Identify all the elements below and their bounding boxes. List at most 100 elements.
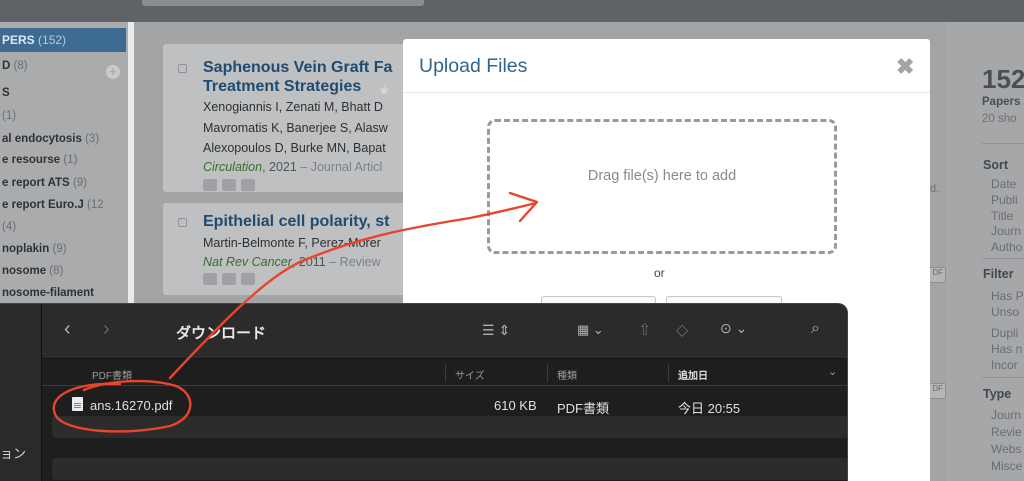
sidebar-item[interactable]: (1)	[2, 110, 16, 122]
filter-option[interactable]: Incor	[991, 358, 1018, 372]
sidebar-item-label: e report ATS	[2, 177, 70, 189]
paper-checkbox[interactable]	[178, 218, 187, 227]
close-icon[interactable]: ✖	[896, 54, 914, 80]
link-icon[interactable]	[241, 273, 255, 285]
column-kind[interactable]: 種類	[557, 367, 577, 382]
more-icon[interactable]: ⊙ ⌄	[720, 320, 747, 337]
sidebar-item[interactable]: nosome (8)	[2, 265, 63, 277]
sidebar-item[interactable]: noplakin (9)	[2, 243, 67, 255]
column-size[interactable]: サイズ	[455, 367, 485, 382]
filter-option[interactable]: Has P	[991, 289, 1024, 303]
sort-option[interactable]: Date	[991, 177, 1016, 191]
filter-header: Filter	[983, 267, 1014, 281]
link-icon[interactable]	[241, 179, 255, 191]
column-divider	[547, 364, 548, 382]
divider	[982, 377, 1024, 378]
column-divider	[445, 364, 446, 382]
journal-name: Circulation	[203, 160, 263, 174]
grid-view-icon[interactable]: ▦ ⌄	[577, 322, 604, 338]
paper-checkbox[interactable]	[178, 64, 187, 73]
dialog-header: Upload Files ✖	[403, 39, 930, 93]
sidebar-item[interactable]: (4)	[2, 221, 16, 233]
paper-title[interactable]: Saphenous Vein Graft Fa	[203, 59, 392, 77]
file-kind: PDF書類	[557, 401, 610, 416]
back-icon[interactable]: ‹	[64, 318, 71, 341]
file-date: 今日 20:55	[678, 401, 741, 416]
paper-year: , 2011	[291, 255, 326, 269]
file-row[interactable]: ans.16270.pdf 610 KB PDF書類 今日 20:55	[52, 394, 847, 416]
sort-option[interactable]: Autho	[991, 240, 1022, 254]
chevron-down-icon[interactable]: ⌄	[828, 365, 837, 378]
pdf-button[interactable]: DF	[928, 267, 946, 283]
notes-icon[interactable]	[203, 179, 217, 191]
sidebar-item-label: al endocytosis	[2, 133, 82, 145]
paper-authors: Mavromatis K, Banerjee S, Alasw	[203, 121, 388, 135]
sidebar-item-label: D	[2, 60, 11, 72]
sidebar-item-count: (3)	[85, 133, 100, 145]
column-date-added[interactable]: 追加日	[678, 367, 708, 382]
paper-count-subtitle: 20 sho	[982, 113, 1017, 125]
type-option[interactable]: Journ	[991, 408, 1021, 422]
sort-header: Sort	[983, 158, 1008, 172]
sort-option[interactable]: Title	[991, 209, 1013, 223]
tag-icon[interactable]: ◇	[676, 320, 688, 340]
sort-option[interactable]: Publi	[991, 193, 1018, 207]
sidebar-item-label[interactable]: ョン	[0, 443, 26, 462]
paper-authors: Martin-Belmonte F, Perez-Morer	[203, 236, 381, 250]
sidebar-item[interactable]: D (8)	[2, 60, 28, 72]
empty-row	[52, 416, 847, 438]
file-size: 610 KB	[494, 398, 537, 413]
top-search-input[interactable]	[142, 0, 424, 6]
share-icon[interactable]: ⇧	[638, 320, 651, 340]
paper-count: 152	[982, 64, 1024, 94]
finder-sidebar: ョン	[0, 304, 42, 481]
sidebar-item-count: (152)	[38, 33, 67, 47]
sidebar-item-all-papers[interactable]: PERS (152)	[0, 28, 126, 52]
edit-icon[interactable]	[222, 179, 236, 191]
sort-option[interactable]: Journ	[991, 224, 1021, 238]
paper-authors: Alexopoulos D, Burke MN, Bapat	[203, 141, 386, 155]
paper-year: , 2021	[262, 160, 297, 174]
paper-type: – Journal Articl	[296, 160, 383, 174]
sidebar-item[interactable]: nosome-filament	[2, 287, 94, 299]
type-option[interactable]: Webs	[991, 442, 1021, 456]
sidebar-item-label: PERS	[2, 33, 35, 47]
finder-window: ョン ‹ › ダウンロード ☰ ⇕ ▦ ⌄ ⇧ ◇ ⊙ ⌄ ⌕ PDF書類 サイ…	[0, 303, 848, 481]
paper-actions	[203, 272, 273, 286]
sidebar-item[interactable]: al endocytosis (3)	[2, 133, 99, 145]
sidebar-item-label: nosome-filament	[2, 287, 95, 299]
sidebar-item-count: (9)	[52, 243, 67, 255]
edit-icon[interactable]	[222, 273, 236, 285]
paper-journal: Circulation, 2021 – Journal Articl	[203, 160, 382, 174]
sidebar-item-count: (8)	[13, 60, 28, 72]
search-icon[interactable]: ⌕	[811, 320, 820, 338]
paper-title-continued[interactable]: Treatment Strategies	[203, 78, 361, 96]
star-icon[interactable]: ★	[378, 82, 391, 99]
type-option[interactable]: Misce	[991, 459, 1022, 473]
paper-title[interactable]: Epithelial cell polarity, st	[203, 213, 389, 231]
group-label: PDF書類	[92, 371, 132, 382]
paper-type: – Review	[325, 255, 381, 269]
pdf-button[interactable]: DF	[928, 383, 946, 399]
column-divider	[668, 364, 669, 382]
sidebar-item[interactable]: e report Euro.J (12	[2, 199, 104, 211]
list-view-icon[interactable]: ☰ ⇕	[482, 322, 510, 339]
file-drop-zone[interactable]: Drag file(s) here to add	[487, 119, 837, 254]
filter-option[interactable]: Has n	[991, 342, 1022, 356]
paper-journal: Nat Rev Cancer, 2011 – Review	[203, 255, 381, 269]
sidebar-item[interactable]: e resourse (1)	[2, 154, 77, 166]
filter-option[interactable]: Unso	[991, 305, 1019, 319]
forward-icon[interactable]: ›	[103, 318, 110, 341]
notes-icon[interactable]	[203, 273, 217, 285]
paper-authors: Xenogiannis I, Zenati M, Bhatt D	[203, 100, 383, 114]
sidebar-section[interactable]: S	[2, 87, 10, 99]
divider	[982, 258, 1024, 259]
paper-actions	[203, 178, 273, 192]
sidebar-item-label: noplakin	[2, 243, 50, 255]
sidebar-item-count: (1)	[2, 110, 17, 122]
filter-option[interactable]: Dupli	[991, 326, 1018, 340]
type-option[interactable]: Revie	[991, 425, 1022, 439]
sidebar-item-count: (1)	[63, 154, 78, 166]
sidebar-item[interactable]: e report ATS (9)	[2, 177, 87, 189]
add-collection-icon[interactable]: +	[106, 65, 120, 79]
